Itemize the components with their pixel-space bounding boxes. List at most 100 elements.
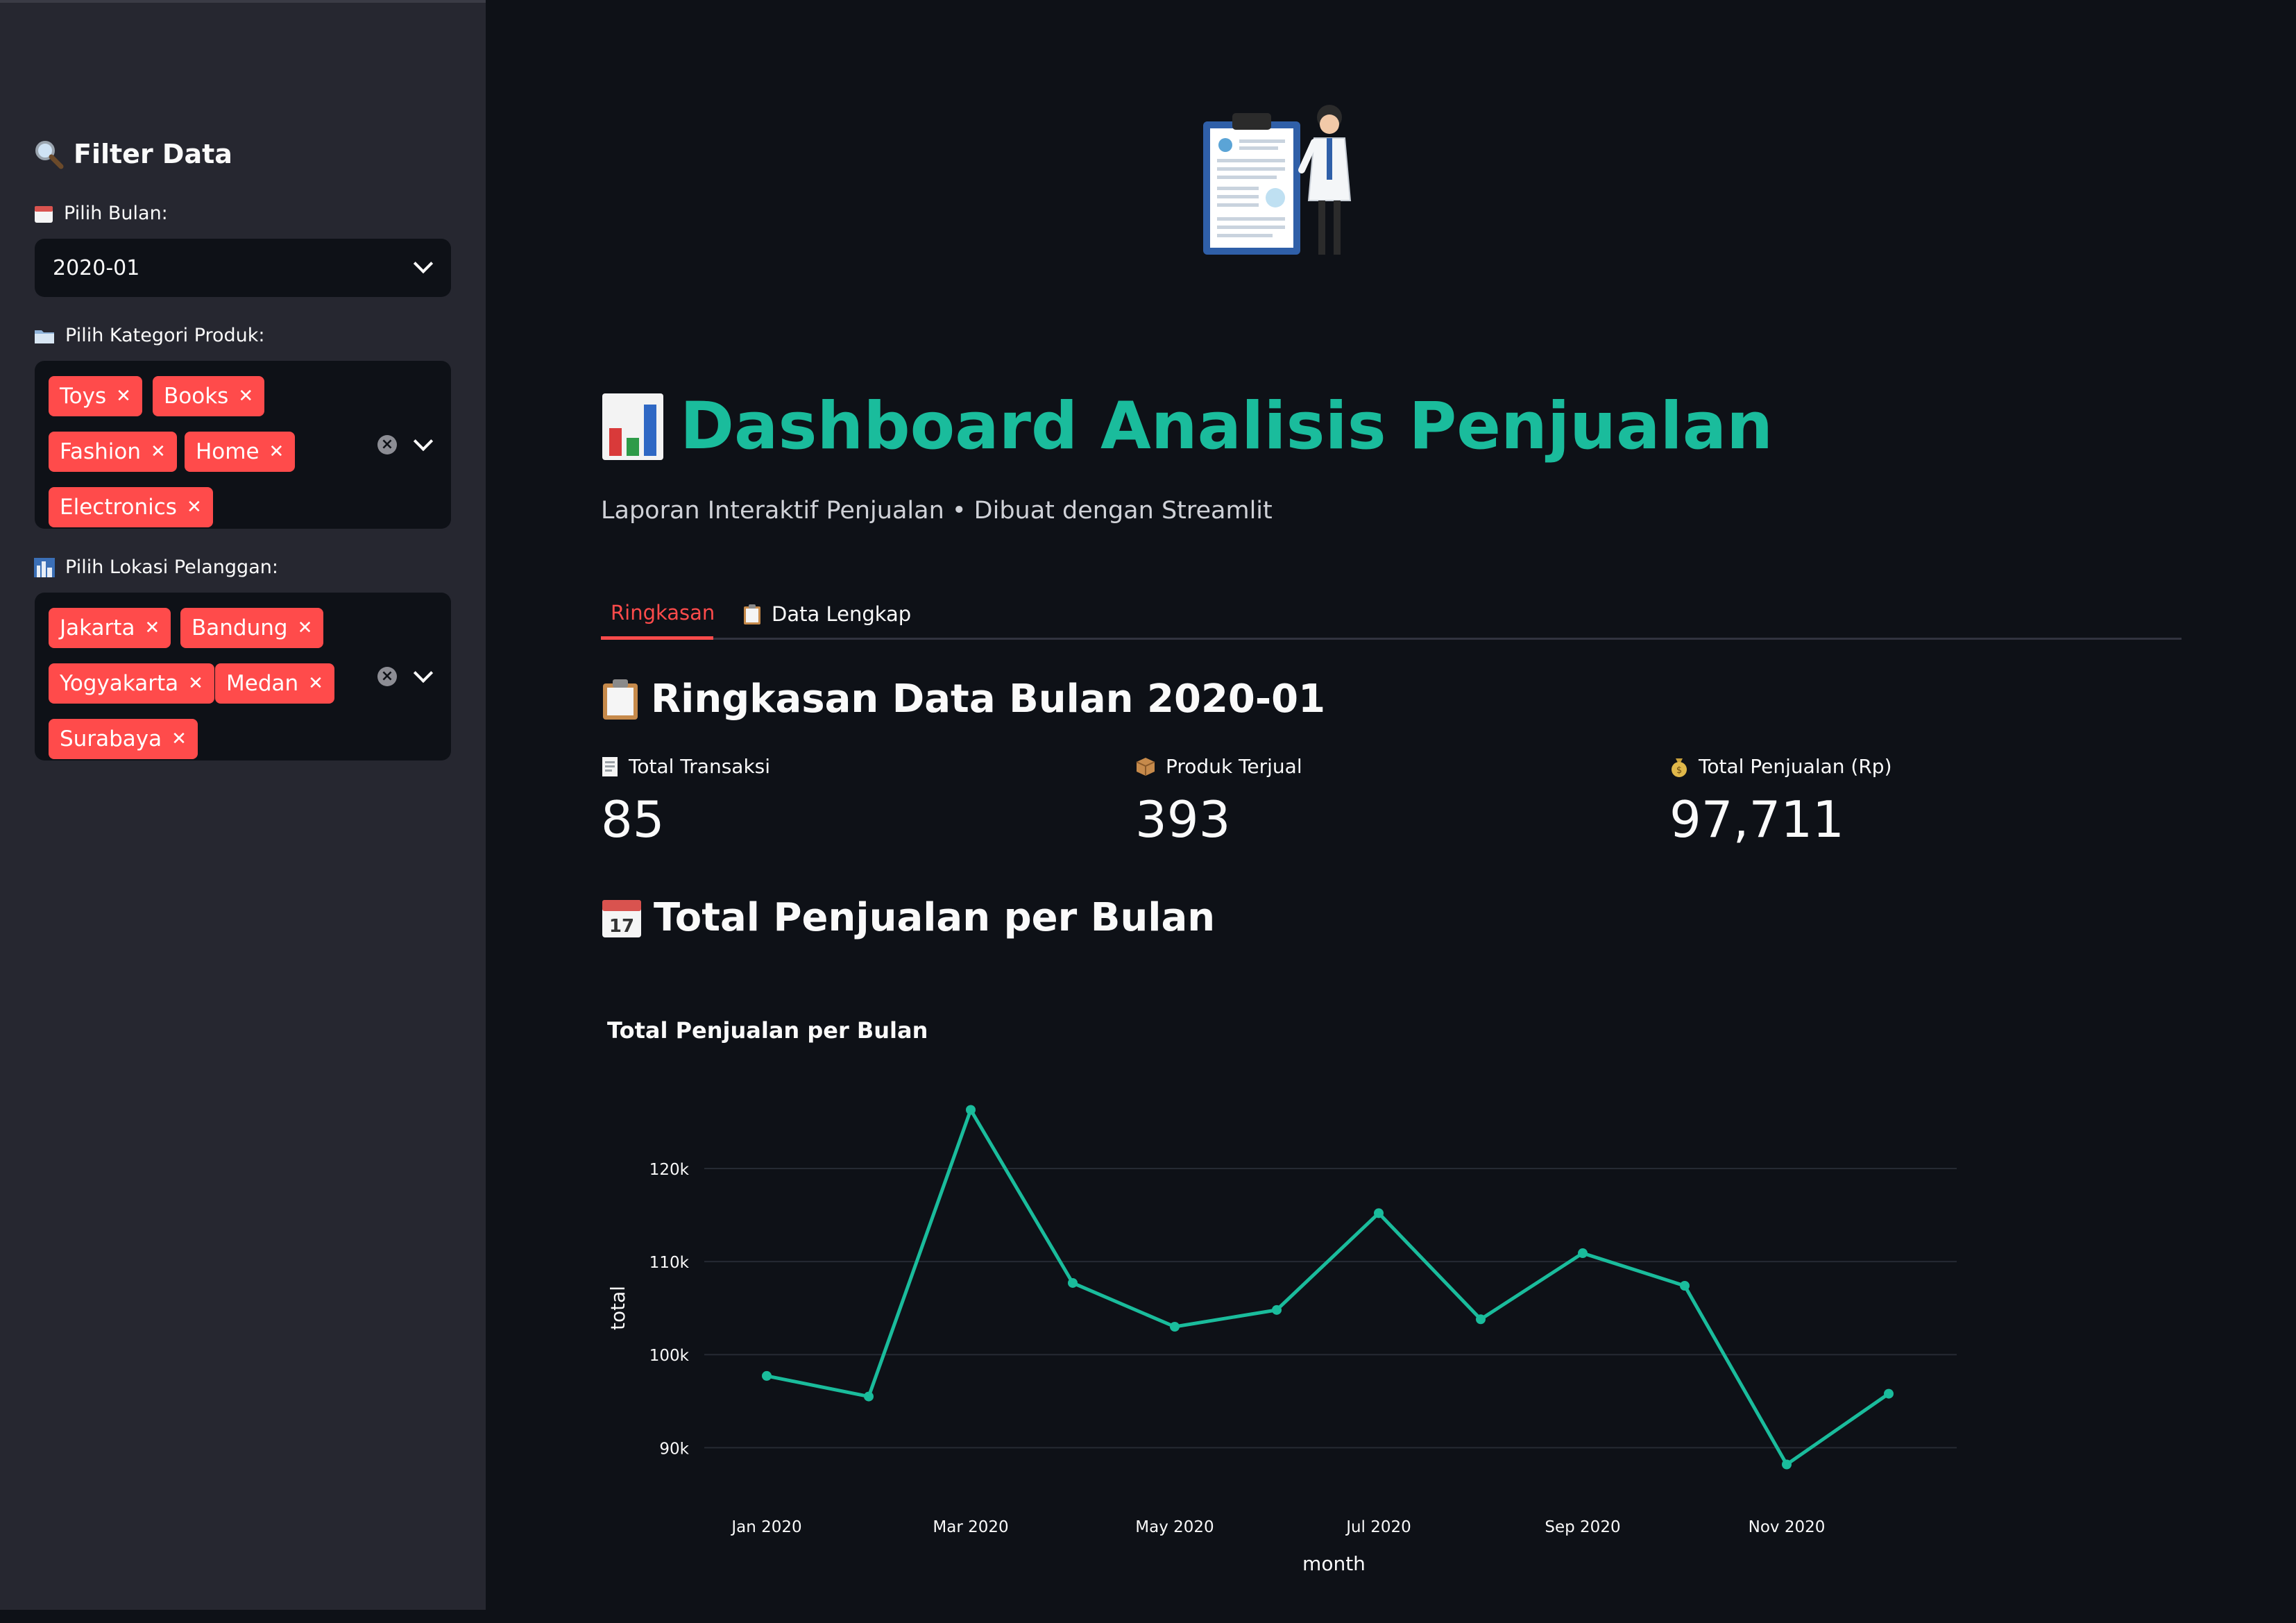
data-point	[762, 1370, 772, 1381]
sidebar-heading: Filter Data	[33, 139, 232, 169]
remove-tag-icon[interactable]: ✕	[144, 618, 160, 638]
y-tick-label: 110k	[649, 1254, 690, 1272]
metric-label: Total Transaksi	[601, 755, 770, 778]
data-point	[1374, 1208, 1384, 1218]
svg-text:17: 17	[609, 916, 634, 937]
sales-line-chart: 90k 100k 110k 120k Jan 2020 Mar 2020 May 2020 J…	[606, 1105, 1957, 1575]
tab-label: Data Lengkap	[772, 602, 912, 626]
location-tag-label: Jakarta	[60, 615, 135, 640]
svg-text:$: $	[1676, 765, 1682, 776]
location-tag-label: Surabaya	[60, 726, 162, 751]
data-point	[1680, 1280, 1690, 1291]
category-tag-label: Fashion	[60, 439, 142, 464]
category-tag[interactable]: Books ✕	[153, 376, 265, 416]
summary-heading: Ringkasan Data Bulan 2020-01	[601, 677, 1325, 722]
location-tag[interactable]: Medan ✕	[215, 663, 334, 704]
chevron-down-icon[interactable]	[413, 663, 434, 683]
location-tag[interactable]: Bandung ✕	[180, 608, 324, 648]
series-line	[766, 1108, 1890, 1466]
location-tag[interactable]: Surabaya ✕	[49, 719, 198, 759]
location-tag[interactable]: Jakarta ✕	[49, 608, 171, 648]
money-bag-icon: $	[1672, 758, 1687, 777]
x-tick-label: Sep 2020	[1545, 1518, 1620, 1536]
clipboard-icon	[744, 604, 760, 624]
page-title-row: Dashboard Analisis Penjualan	[601, 389, 1773, 464]
metric-label-text: Total Penjualan (Rp)	[1699, 755, 1892, 778]
x-tick-label: Jan 2020	[730, 1518, 801, 1536]
data-point	[1068, 1277, 1078, 1288]
location-tag[interactable]: Yogyakarta ✕	[49, 663, 214, 704]
data-point	[1170, 1322, 1180, 1332]
tab-ringkasan[interactable]: Ringkasan	[601, 588, 715, 640]
x-tick-label: May 2020	[1135, 1518, 1214, 1536]
y-tick-label: 100k	[649, 1347, 690, 1365]
metric-label-text: Total Transaksi	[629, 755, 771, 778]
category-tag[interactable]: Electronics ✕	[49, 487, 213, 527]
receipt-icon	[602, 756, 618, 776]
metric-total-transaksi: Total Transaksi 85	[601, 755, 770, 849]
metric-value: 97,711	[1669, 790, 1844, 849]
category-tag[interactable]: Toys ✕	[49, 376, 142, 416]
location-tag-label: Bandung	[192, 615, 288, 640]
category-tag[interactable]: Fashion ✕	[49, 432, 177, 472]
data-point	[1476, 1314, 1486, 1325]
x-axis-title: month	[1302, 1552, 1366, 1575]
category-tag-label: Home	[196, 439, 260, 464]
remove-tag-icon[interactable]: ✕	[171, 729, 187, 749]
remove-tag-icon[interactable]: ✕	[308, 673, 323, 694]
data-point	[1578, 1248, 1588, 1259]
bar-chart-icon	[602, 393, 663, 460]
data-point	[966, 1105, 976, 1115]
metric-label: $ Total Penjualan (Rp)	[1669, 755, 1892, 778]
category-label-text: Pilih Kategori Produk:	[65, 325, 265, 346]
page-title: Dashboard Analisis Penjualan	[680, 389, 1774, 464]
chevron-down-icon[interactable]	[413, 431, 434, 452]
sidebar-heading-text: Filter Data	[74, 139, 232, 169]
page-subtitle: Laporan Interaktif Penjualan • Dibuat de…	[601, 497, 1273, 525]
sales-heading-text: Total Penjualan per Bulan	[654, 895, 1216, 940]
x-tick-label: Jul 2020	[1345, 1518, 1411, 1536]
category-multiselect[interactable]: Toys ✕ Books ✕ Fashion ✕ Home ✕ Electron…	[35, 361, 451, 529]
remove-tag-icon[interactable]: ✕	[269, 441, 284, 462]
month-select[interactable]: 2020-01	[35, 239, 451, 297]
metric-label: Produk Terjual	[1135, 755, 1302, 778]
sidebar: Filter Data Pilih Bulan: 2020-01 Pilih K…	[0, 0, 486, 1610]
y-tick-label: 120k	[649, 1161, 690, 1179]
remove-tag-icon[interactable]: ✕	[151, 441, 166, 462]
sales-heading: 17 Total Penjualan per Bulan	[601, 895, 1215, 940]
category-tag[interactable]: Home ✕	[185, 432, 296, 472]
metric-total-penjualan: $ Total Penjualan (Rp) 97,711	[1669, 755, 1892, 849]
category-tag-label: Toys	[60, 384, 107, 409]
remove-tag-icon[interactable]: ✕	[298, 618, 313, 638]
data-point	[1884, 1388, 1894, 1399]
location-label: Pilih Lokasi Pelanggan:	[33, 556, 278, 578]
chevron-down-icon[interactable]	[413, 253, 434, 274]
category-label: Pilih Kategori Produk:	[33, 325, 265, 346]
metric-value: 85	[601, 790, 665, 849]
folder-icon	[35, 330, 54, 343]
remove-tag-icon[interactable]: ✕	[187, 497, 202, 518]
tab-label: Ringkasan	[611, 600, 715, 624]
remove-tag-icon[interactable]: ✕	[116, 386, 131, 407]
clear-all-icon[interactable]: ×	[377, 667, 397, 686]
data-point	[864, 1391, 874, 1402]
location-label-text: Pilih Lokasi Pelanggan:	[65, 556, 278, 578]
tab-data-lengkap[interactable]: Data Lengkap	[742, 588, 911, 640]
magnifier-icon	[35, 141, 64, 169]
location-multiselect[interactable]: Jakarta ✕ Bandung ✕ Yogyakarta ✕ Medan ✕…	[35, 593, 451, 760]
chart-title: Total Penjualan per Bulan	[607, 1017, 928, 1044]
month-label-text: Pilih Bulan:	[64, 203, 168, 224]
month-label: Pilih Bulan:	[33, 203, 168, 224]
location-tag-label: Yogyakarta	[60, 671, 179, 696]
x-tick-label: Mar 2020	[933, 1518, 1008, 1536]
clear-all-icon[interactable]: ×	[377, 435, 397, 454]
remove-tag-icon[interactable]: ✕	[238, 386, 253, 407]
metric-value: 393	[1135, 790, 1231, 849]
category-tag-label: Electronics	[60, 495, 177, 520]
tab-bar: Ringkasan Data Lengkap	[601, 588, 2182, 640]
clipboard-icon	[603, 679, 638, 720]
metric-label-text: Produk Terjual	[1166, 755, 1302, 778]
remove-tag-icon[interactable]: ✕	[188, 673, 203, 694]
metric-produk-terjual: Produk Terjual 393	[1135, 755, 1302, 849]
location-tag-label: Medan	[226, 671, 299, 696]
